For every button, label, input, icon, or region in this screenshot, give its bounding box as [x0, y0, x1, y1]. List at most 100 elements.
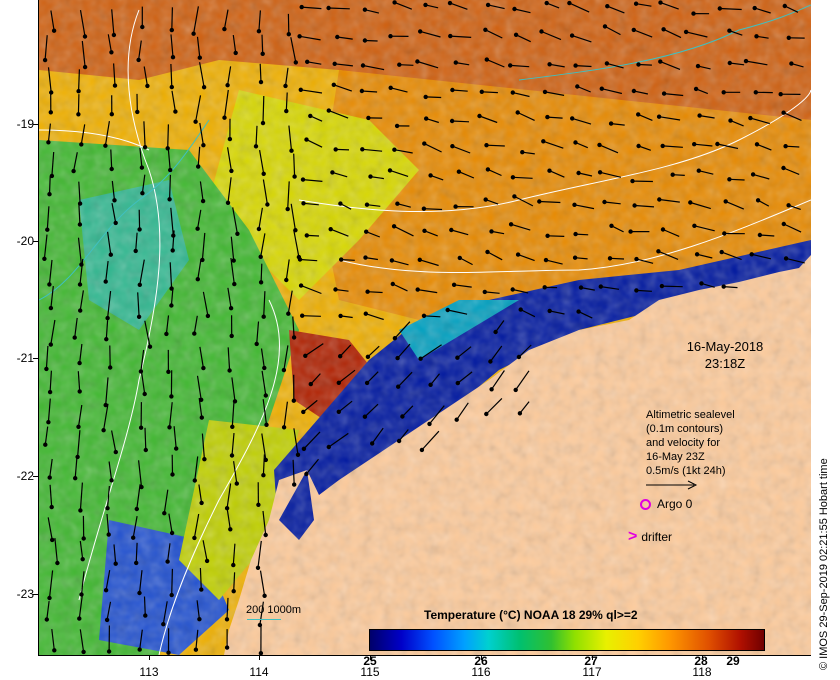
- velocity-arrow-head: [113, 561, 118, 566]
- velocity-arrow-head: [191, 31, 196, 36]
- velocity-arrow-head: [104, 617, 110, 623]
- velocity-arrow-head: [607, 256, 613, 261]
- velocity-arrow: [171, 568, 173, 596]
- velocity-arrow-head: [234, 481, 239, 486]
- velocity-arrow-head: [333, 147, 338, 152]
- velocity-arrow-head: [715, 141, 720, 147]
- velocity-arrow-head: [326, 5, 331, 11]
- map-area[interactable]: [38, 0, 811, 656]
- velocity-arrow-head: [46, 140, 51, 145]
- velocity-arrow-head: [424, 116, 429, 121]
- velocity-arrow-head: [137, 282, 143, 287]
- velocity-arrow-head: [291, 398, 296, 403]
- velocity-arrow-head: [455, 355, 460, 360]
- velocity-arrow-head: [489, 229, 494, 234]
- temperature-colorbar: [369, 629, 765, 651]
- velocity-arrow-head: [545, 114, 550, 120]
- velocity-arrow-head: [512, 6, 517, 12]
- velocity-arrow-head: [661, 27, 666, 32]
- velocity-arrow-head: [195, 226, 200, 231]
- velocity-arrow-head: [48, 110, 53, 115]
- velocity-arrow-head: [228, 306, 234, 311]
- velocity-arrow-head: [260, 120, 266, 126]
- velocity-arrow-head: [299, 4, 304, 10]
- velocity-arrow-head: [451, 282, 457, 287]
- velocity-arrow: [729, 178, 745, 181]
- depth-legend-label: 200 1000m: [246, 604, 302, 616]
- velocity-arrow-head: [575, 84, 580, 89]
- velocity-arrow-head: [301, 201, 306, 206]
- velocity-arrow-head: [284, 277, 289, 283]
- velocity-arrow-head: [231, 562, 236, 568]
- velocity-arrow-head: [517, 411, 523, 416]
- velocity-arrow-head: [515, 252, 521, 257]
- velocity-arrow-head: [140, 190, 145, 196]
- velocity-arrow-head: [757, 232, 763, 238]
- velocity-arrow-head: [516, 354, 522, 360]
- velocity-arrow-head: [388, 34, 393, 39]
- velocity-arrow-head: [338, 201, 343, 206]
- velocity-arrow-head: [542, 89, 548, 95]
- velocity-arrow-head: [331, 82, 336, 88]
- velocity-arrow-head: [428, 173, 433, 178]
- velocity-arrow-head: [298, 87, 303, 93]
- velocity-arrow-head: [49, 537, 55, 543]
- velocity-arrow-head: [303, 353, 308, 358]
- velocity-arrow-head: [298, 283, 304, 288]
- velocity-arrow-head: [363, 311, 368, 316]
- velocity-arrow-head: [631, 88, 637, 94]
- velocity-arrow-head: [137, 227, 142, 232]
- velocity-arrow-head: [305, 59, 310, 65]
- velocity-arrow-head: [103, 143, 108, 148]
- velocity-arrow-head: [363, 255, 368, 260]
- velocity-arrow-head: [235, 231, 240, 236]
- velocity-arrow-head: [71, 168, 76, 174]
- velocity-arrow: [78, 69, 80, 92]
- velocity-arrow-head: [447, 0, 453, 6]
- velocity-arrow-head: [109, 166, 114, 172]
- velocity-arrow-head: [326, 444, 331, 450]
- time-text: 23:18Z: [704, 356, 746, 371]
- velocity-arrow-head: [456, 169, 462, 174]
- velocity-arrow-head: [755, 198, 761, 203]
- velocity-arrow-head: [781, 110, 786, 115]
- velocity-arrow-head: [723, 199, 728, 204]
- velocity-arrow-head: [42, 256, 47, 261]
- lat-tick-label: -19: [16, 117, 34, 131]
- velocity-arrow-head: [291, 335, 297, 340]
- velocity-arrow-head: [482, 289, 487, 295]
- lat-tick-label: -22: [16, 469, 34, 483]
- velocity-arrow-head: [338, 313, 343, 319]
- velocity-arrow-head: [754, 142, 760, 147]
- lon-tick-mark: [259, 655, 260, 660]
- velocity-arrow-head: [304, 137, 309, 142]
- velocity-arrow-head: [658, 0, 663, 5]
- velocity-arrow-head: [147, 344, 153, 349]
- velocity-arrow-head: [636, 62, 641, 67]
- velocity-arrow-head: [199, 587, 204, 592]
- velocity-arrow-head: [106, 532, 111, 537]
- velocity-arrow-head: [330, 170, 335, 175]
- velocity-arrow-head: [286, 311, 291, 316]
- velocity-arrow-head: [261, 314, 266, 319]
- credit-text: © IMOS 29-Sep-2019 02:21:55 Hobart time: [818, 458, 830, 670]
- velocity-arrow-head: [428, 382, 433, 387]
- velocity-arrow-head: [106, 649, 112, 654]
- velocity-arrow-head: [225, 200, 231, 205]
- velocity-arrow-head: [479, 89, 484, 95]
- velocity-arrow-head: [77, 616, 82, 621]
- velocity-arrow-head: [169, 530, 175, 536]
- velocity-arrow-head: [364, 229, 369, 234]
- velocity-arrow-head: [658, 59, 663, 64]
- velocity-arrow-head: [169, 592, 174, 598]
- velocity-arrow-head: [697, 113, 702, 118]
- colorbar-tick-label: 25: [363, 654, 377, 668]
- velocity-arrow-head: [101, 428, 106, 433]
- velocity-arrow-head: [142, 391, 147, 397]
- velocity-arrow-head: [258, 280, 264, 285]
- velocity-arrow-head: [415, 59, 420, 64]
- altimetry-legend: Altimetric sealevel (0.1m contours) and …: [646, 408, 735, 490]
- velocity-arrow-head: [605, 3, 610, 9]
- drifter-legend: > drifter: [628, 528, 672, 546]
- velocity-arrow-head: [55, 560, 60, 566]
